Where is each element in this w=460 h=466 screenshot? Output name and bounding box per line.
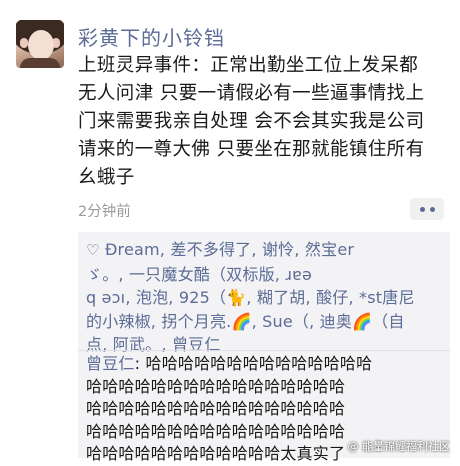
avatar[interactable] [16,20,64,68]
post-line: 请来的一尊大佛 只要坐在那就能镇住所有 [78,139,425,160]
interaction-panel: ♡ Đream, 差不多得了, 谢怜, 然宝er ゞ。, 一只魔女酷（双标版, … [78,232,450,463]
post-text: 上班灵异事件：正常出勤坐工位上发呆都 无人问津 只要一请假必有一些逼事情找上 门… [78,52,450,192]
likes-line[interactable]: 的小辣椒, 拐个月亮.🌈, Sue（, 迪奥🌈（自 [86,310,442,334]
avatar-body [20,58,60,68]
likes-line[interactable]: q ǝɔı, 泡泡, 925（🐈, 糊了胡, 酸仔, *st唐尼 [86,286,442,310]
poster-nickname[interactable]: 彩黄下的小铃铛 [78,22,225,51]
dot-icon [419,206,425,212]
post-meta-row: 2分钟前 [78,198,450,222]
likes-line[interactable]: ♡ Đream, 差不多得了, 谢怜, 然宝er [86,238,442,263]
comment-line: 哈哈哈哈哈哈哈哈哈哈哈哈哈哈哈哈 [86,399,346,418]
comment-line: 曾豆仁: 哈哈哈哈哈哈哈哈哈哈哈哈哈哈 [86,353,444,376]
likes-line-text[interactable]: Đream, 差不多得了, 谢怜, 然宝er [105,240,354,259]
comment-line: 哈哈哈哈哈哈哈哈哈哈哈哈哈哈哈哈 [86,376,346,396]
avatar-ear-left [20,38,28,48]
more-actions-button[interactable] [410,198,444,220]
panel-divider [78,350,450,351]
heart-icon: ♡ [86,241,100,259]
likes-list: ♡ Đream, 差不多得了, 谢怜, 然宝er ゞ。, 一只魔女酷（双标版, … [86,238,442,357]
post-line: 幺蛾子 [78,167,135,188]
post-line: 无人问津 只要一请假必有一些逼事情找上 [78,83,425,104]
dot-icon [429,206,435,212]
post-line: 门来需要我亲自处理 会不会其实我是公司 [78,111,425,132]
avatar-face [28,30,54,60]
comment-separator: : [134,354,146,373]
post-line: 上班灵异事件：正常出勤坐工位上发呆都 [78,55,419,76]
likes-line[interactable]: ゞ。, 一只魔女酷（双标版, ɹɐǝ [86,263,442,287]
comment-author[interactable]: 曾豆仁 [86,354,135,373]
comment-text: 哈哈哈哈哈哈哈哈哈哈哈哈哈哈 [145,354,373,373]
post-timestamp: 2分钟前 [78,204,131,220]
watermark: @ 能量锦鲤福利社区 [347,440,451,453]
